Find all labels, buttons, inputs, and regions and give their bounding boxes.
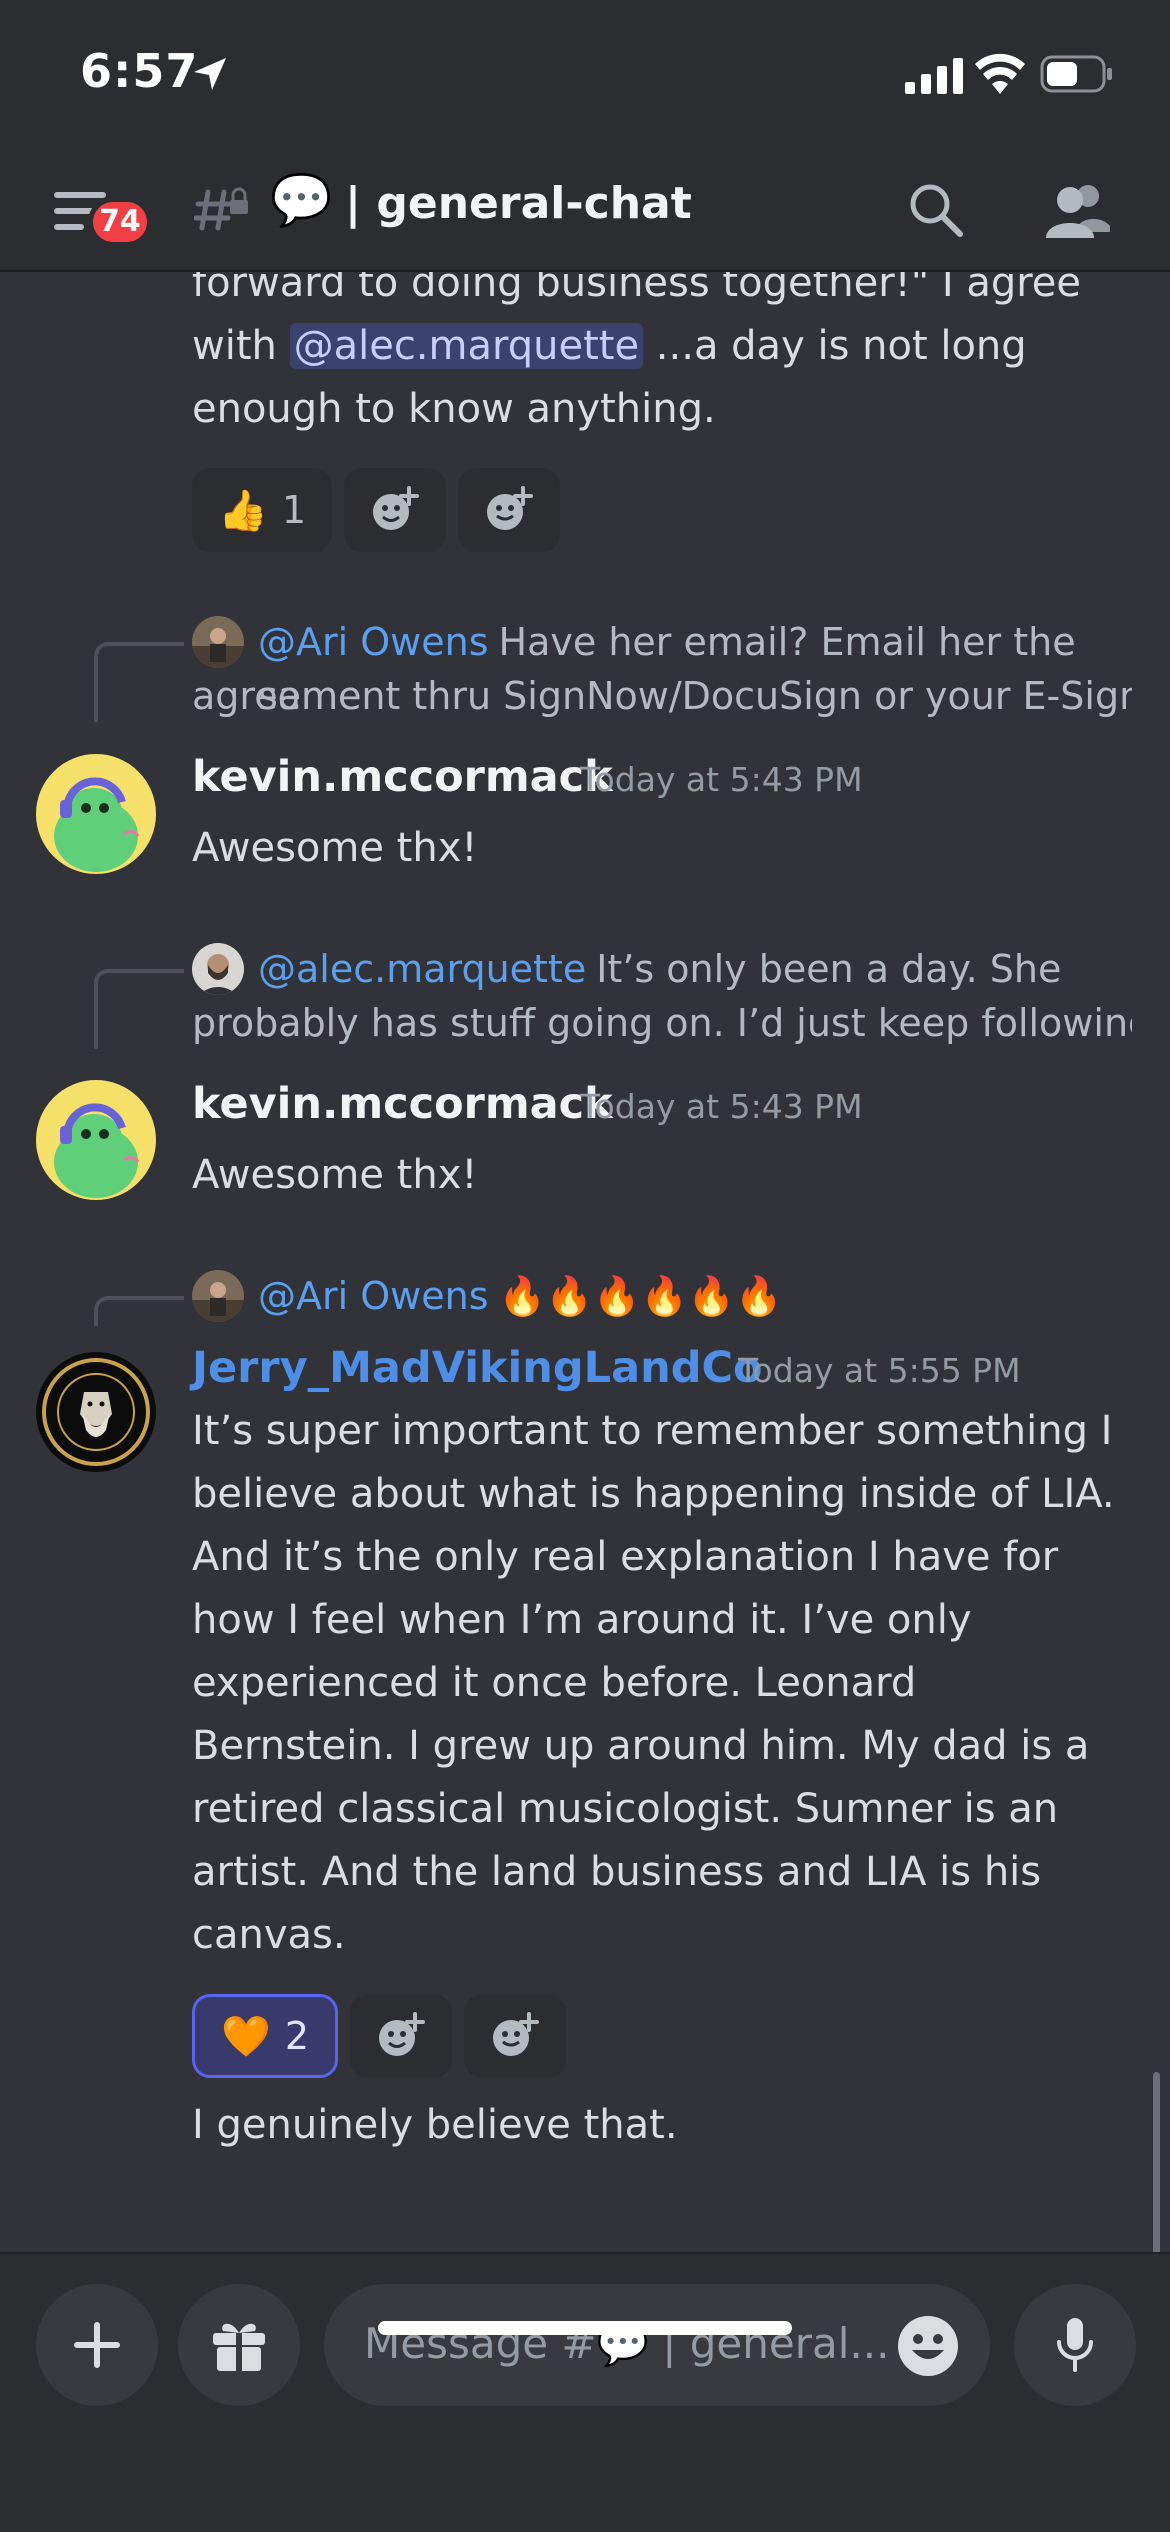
reply-avatar-ari[interactable] <box>192 616 244 668</box>
discord-channel-screen: 6:57 74 💬 | general-chat forward to doin… <box>0 0 1170 2532</box>
message-list[interactable]: forward to doing business together!" I a… <box>0 272 1170 2252</box>
plus-icon <box>74 2322 120 2368</box>
message-text-line: experienced it once before. Leonard <box>192 1660 917 1706</box>
voice-message-button[interactable] <box>1014 2284 1136 2406</box>
scrollbar[interactable] <box>1153 2072 1160 2252</box>
reaction-orange-heart[interactable]: 🧡 2 <box>192 1994 338 2078</box>
add-attachment-button[interactable] <box>36 2284 158 2406</box>
message-composer: Message #💬 | general... <box>0 2252 1170 2532</box>
add-reaction-button[interactable] <box>458 468 560 552</box>
message-text-line: It’s super important to remember somethi… <box>192 1408 1113 1454</box>
reply-connector <box>94 642 184 722</box>
microphone-icon <box>1057 2318 1093 2372</box>
cartoon-avatar-icon <box>36 1080 156 1200</box>
message-timestamp: Today at 5:43 PM <box>580 1087 863 1126</box>
add-super-reaction-button[interactable] <box>350 1994 452 2078</box>
user-photo-icon <box>192 1270 244 1322</box>
cellular-signal-icon <box>905 58 963 94</box>
message-text-line: believe about what is happening inside o… <box>192 1471 1115 1517</box>
avatar-kevin[interactable] <box>36 1080 156 1200</box>
seal-logo-avatar <box>36 1352 156 1472</box>
reply-connector <box>94 969 184 1049</box>
search-icon[interactable] <box>906 180 964 238</box>
add-reaction-icon <box>487 486 533 530</box>
message-timestamp: Today at 5:55 PM <box>738 1351 1021 1390</box>
message-text-line: forward to doing business together!" I a… <box>192 272 1082 306</box>
message-username[interactable]: kevin.mccormack <box>192 1074 613 1134</box>
cartoon-avatar-icon <box>36 754 156 874</box>
message-text: I genuinely believe that. <box>192 2102 678 2148</box>
reply-preview[interactable]: @Ari Owens 🔥🔥🔥🔥🔥🔥 <box>258 1269 1138 1323</box>
battery-icon <box>1040 55 1112 93</box>
reaction-thumbs-up[interactable]: 👍 1 <box>192 468 332 552</box>
reply-connector <box>94 1296 184 1326</box>
reply-username: @Ari Owens <box>258 620 489 664</box>
user-photo-icon <box>192 616 244 668</box>
message-text-line: with @alec.marquette ...a day is not lon… <box>192 323 1027 369</box>
message-text: Awesome thx! <box>192 1152 478 1198</box>
message-text-line: artist. And the land business and LIA is… <box>192 1849 1042 1895</box>
message-username[interactable]: kevin.mccormack <box>192 747 613 807</box>
gift-icon <box>213 2323 265 2371</box>
locked-channel-hash-icon <box>194 187 248 231</box>
channel-title[interactable]: | general-chat <box>345 176 692 232</box>
message-username[interactable]: Jerry_MadVikingLandCo <box>192 1338 763 1398</box>
message-text-line: enough to know anything. <box>192 386 716 432</box>
reply-username: @alec.marquette <box>258 947 587 991</box>
home-indicator[interactable] <box>378 2321 792 2335</box>
add-reaction-icon <box>493 2012 539 2056</box>
channel-header: 74 💬 | general-chat <box>0 150 1170 272</box>
message-text: Awesome thx! <box>192 825 478 871</box>
reaction-count: 1 <box>281 488 306 532</box>
message-text-line: And it’s the only real explanation I hav… <box>192 1534 1059 1580</box>
message-text-line: Bernstein. I grew up around him. My dad … <box>192 1723 1090 1769</box>
members-icon[interactable] <box>1046 180 1112 240</box>
avatar-kevin[interactable] <box>36 754 156 874</box>
reply-preview-continued: agreement thru SignNow/DocuSign or your … <box>192 674 1132 718</box>
unread-badge: 74 <box>88 197 152 247</box>
location-arrow-icon <box>194 58 226 90</box>
reaction-emoji: 👍 <box>218 487 268 534</box>
message-text-line: canvas. <box>192 1912 346 1958</box>
add-super-reaction-button[interactable] <box>344 468 446 552</box>
reaction-emoji: 🧡 <box>221 2013 271 2060</box>
message-text-line: how I feel when I’m around it. I’ve only <box>192 1597 972 1643</box>
reply-preview-continued: probably has stuff going on. I’d just ke… <box>192 1001 1132 1045</box>
message-input[interactable]: Message #💬 | general... <box>324 2284 990 2406</box>
reply-preview[interactable]: @alec.marquette It’s only been a day. She <box>258 942 1138 996</box>
avatar-jerry[interactable] <box>36 1352 156 1472</box>
gift-button[interactable] <box>178 2284 300 2406</box>
status-time: 6:57 <box>80 44 199 98</box>
super-reaction-icon <box>379 2012 425 2056</box>
channel-emoji: 💬 <box>270 171 333 229</box>
wifi-icon <box>975 53 1025 94</box>
user-photo-icon <box>192 943 244 995</box>
reply-avatar-alec[interactable] <box>192 943 244 995</box>
reaction-count: 2 <box>284 2014 309 2058</box>
super-reaction-icon <box>373 486 419 530</box>
user-mention[interactable]: @alec.marquette <box>289 323 644 369</box>
message-timestamp: Today at 5:43 PM <box>580 760 863 799</box>
message-text-line: retired classical musicologist. Sumner i… <box>192 1786 1059 1832</box>
reply-username: @Ari Owens <box>258 1274 489 1318</box>
emoji-picker-icon[interactable] <box>896 2314 960 2378</box>
reply-avatar-ari[interactable] <box>192 1270 244 1322</box>
status-bar: 6:57 <box>0 0 1170 150</box>
add-reaction-button[interactable] <box>464 1994 566 2078</box>
